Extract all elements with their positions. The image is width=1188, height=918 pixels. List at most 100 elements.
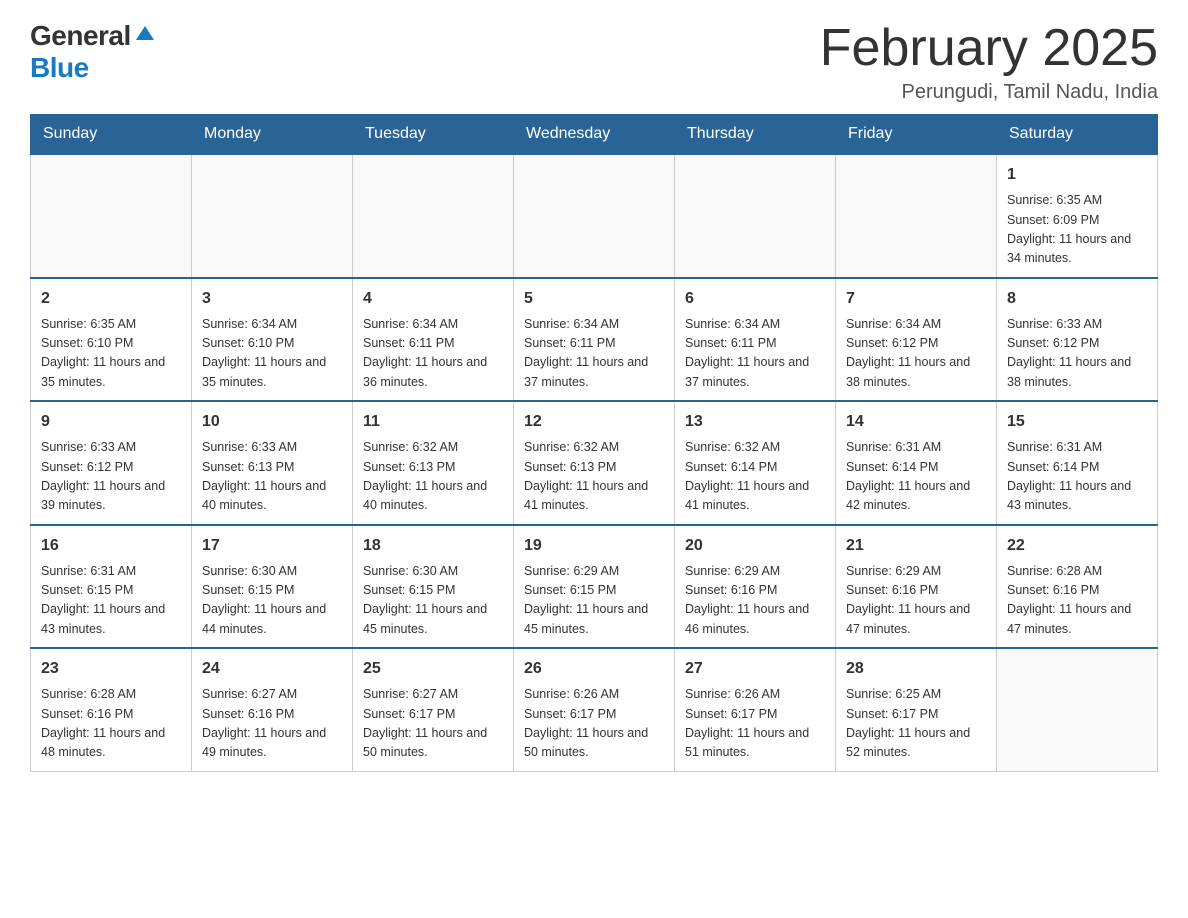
calendar: SundayMondayTuesdayWednesdayThursdayFrid… bbox=[30, 114, 1158, 772]
location: Perungudi, Tamil Nadu, India bbox=[820, 81, 1158, 104]
month-title: February 2025 bbox=[820, 20, 1158, 77]
calendar-cell: 27Sunrise: 6:26 AM Sunset: 6:17 PM Dayli… bbox=[675, 648, 836, 771]
day-number: 17 bbox=[202, 534, 342, 558]
title-block: February 2025 Perungudi, Tamil Nadu, Ind… bbox=[820, 20, 1158, 104]
day-number: 14 bbox=[846, 410, 986, 434]
logo-general-text: General bbox=[30, 20, 131, 52]
day-info: Sunrise: 6:32 AM Sunset: 6:13 PM Dayligh… bbox=[524, 438, 664, 516]
calendar-cell bbox=[192, 154, 353, 278]
day-number: 19 bbox=[524, 534, 664, 558]
weekday-header-friday: Friday bbox=[836, 115, 997, 155]
calendar-cell: 14 Sunrise: 6:31 AM Sunset: 6:14 PM Dayli… bbox=[836, 401, 997, 525]
day-info: Sunrise: 6:33 AM Sunset: 6:12 PM Dayligh… bbox=[1007, 315, 1147, 393]
day-number: 3 bbox=[202, 287, 342, 311]
day-info: Sunrise: 6:34 AM Sunset: 6:11 PM Dayligh… bbox=[363, 315, 503, 393]
calendar-cell: 7 Sunrise: 6:34 AM Sunset: 6:12 PM Daylig… bbox=[836, 278, 997, 402]
calendar-cell bbox=[997, 648, 1158, 771]
day-number: 8 bbox=[1007, 287, 1147, 311]
day-number: 9 bbox=[41, 410, 181, 434]
calendar-cell: 3 Sunrise: 6:34 AM Sunset: 6:10 PM Daylig… bbox=[192, 278, 353, 402]
day-info: Sunrise: 6:34 AM Sunset: 6:11 PM Dayligh… bbox=[685, 315, 825, 393]
calendar-cell: 13 Sunrise: 6:32 AM Sunset: 6:14 PM Dayli… bbox=[675, 401, 836, 525]
weekday-header-tuesday: Tuesday bbox=[353, 115, 514, 155]
calendar-cell bbox=[353, 154, 514, 278]
day-number: 4 bbox=[363, 287, 503, 311]
day-number: 16 bbox=[41, 534, 181, 558]
day-number: 10 bbox=[202, 410, 342, 434]
day-number: 21 bbox=[846, 534, 986, 558]
day-info: Sunrise: 6:30 AM Sunset: 6:15 PM Dayligh… bbox=[363, 562, 503, 640]
calendar-cell: 26 Sunrise: 6:26 AM Sunset: 6:17 PM Dayli… bbox=[514, 648, 675, 771]
logo-blue-text: Blue bbox=[30, 52, 89, 84]
day-info: Sunrise: 6:34 AM Sunset: 6:10 PM Dayligh… bbox=[202, 315, 342, 393]
day-info: Sunrise: 6:29 AM Sunset: 6:16 PM Dayligh… bbox=[846, 562, 986, 640]
day-number: 24 bbox=[202, 657, 342, 681]
calendar-week-3: 9Sunrise: 6:33 AM Sunset: 6:12 PM Daylig… bbox=[31, 401, 1158, 525]
day-info: Sunrise: 6:33 AM Sunset: 6:13 PM Dayligh… bbox=[202, 438, 342, 516]
day-number: 12 bbox=[524, 410, 664, 434]
calendar-cell bbox=[675, 154, 836, 278]
calendar-cell: 12 Sunrise: 6:32 AM Sunset: 6:13 PM Dayli… bbox=[514, 401, 675, 525]
calendar-week-1: 1 Sunrise: 6:35 AM Sunset: 6:09 PM Daylig… bbox=[31, 154, 1158, 278]
calendar-cell: 10 Sunrise: 6:33 AM Sunset: 6:13 PM Dayli… bbox=[192, 401, 353, 525]
logo-triangle-icon bbox=[136, 26, 154, 40]
calendar-week-2: 2 Sunrise: 6:35 AM Sunset: 6:10 PM Daylig… bbox=[31, 278, 1158, 402]
calendar-cell: 9Sunrise: 6:33 AM Sunset: 6:12 PM Daylig… bbox=[31, 401, 192, 525]
weekday-header-saturday: Saturday bbox=[997, 115, 1158, 155]
day-number: 11 bbox=[363, 410, 503, 434]
day-number: 15 bbox=[1007, 410, 1147, 434]
weekday-header-wednesday: Wednesday bbox=[514, 115, 675, 155]
day-info: Sunrise: 6:35 AM Sunset: 6:09 PM Dayligh… bbox=[1007, 191, 1147, 269]
weekday-row: SundayMondayTuesdayWednesdayThursdayFrid… bbox=[31, 115, 1158, 155]
day-number: 1 bbox=[1007, 163, 1147, 187]
calendar-cell: 28 Sunrise: 6:25 AM Sunset: 6:17 PM Dayli… bbox=[836, 648, 997, 771]
day-info: Sunrise: 6:30 AM Sunset: 6:15 PM Dayligh… bbox=[202, 562, 342, 640]
calendar-header: SundayMondayTuesdayWednesdayThursdayFrid… bbox=[31, 115, 1158, 155]
calendar-body: 1 Sunrise: 6:35 AM Sunset: 6:09 PM Daylig… bbox=[31, 154, 1158, 771]
day-number: 7 bbox=[846, 287, 986, 311]
day-number: 28 bbox=[846, 657, 986, 681]
day-number: 25 bbox=[363, 657, 503, 681]
day-info: Sunrise: 6:26 AM Sunset: 6:17 PM Dayligh… bbox=[524, 685, 664, 763]
day-info: Sunrise: 6:29 AM Sunset: 6:16 PM Dayligh… bbox=[685, 562, 825, 640]
calendar-week-4: 16 Sunrise: 6:31 AM Sunset: 6:15 PM Dayli… bbox=[31, 525, 1158, 649]
calendar-cell: 2 Sunrise: 6:35 AM Sunset: 6:10 PM Daylig… bbox=[31, 278, 192, 402]
day-info: Sunrise: 6:31 AM Sunset: 6:14 PM Dayligh… bbox=[846, 438, 986, 516]
day-number: 26 bbox=[524, 657, 664, 681]
weekday-header-thursday: Thursday bbox=[675, 115, 836, 155]
day-info: Sunrise: 6:35 AM Sunset: 6:10 PM Dayligh… bbox=[41, 315, 181, 393]
day-info: Sunrise: 6:34 AM Sunset: 6:12 PM Dayligh… bbox=[846, 315, 986, 393]
logo: General Blue bbox=[30, 20, 154, 84]
calendar-cell: 22Sunrise: 6:28 AM Sunset: 6:16 PM Dayli… bbox=[997, 525, 1158, 649]
day-info: Sunrise: 6:28 AM Sunset: 6:16 PM Dayligh… bbox=[41, 685, 181, 763]
day-info: Sunrise: 6:27 AM Sunset: 6:16 PM Dayligh… bbox=[202, 685, 342, 763]
calendar-cell: 19Sunrise: 6:29 AM Sunset: 6:15 PM Dayli… bbox=[514, 525, 675, 649]
day-info: Sunrise: 6:34 AM Sunset: 6:11 PM Dayligh… bbox=[524, 315, 664, 393]
calendar-cell: 17 Sunrise: 6:30 AM Sunset: 6:15 PM Dayli… bbox=[192, 525, 353, 649]
calendar-cell: 5 Sunrise: 6:34 AM Sunset: 6:11 PM Daylig… bbox=[514, 278, 675, 402]
page: General Blue February 2025 Perungudi, Ta… bbox=[0, 0, 1188, 792]
calendar-cell: 8 Sunrise: 6:33 AM Sunset: 6:12 PM Daylig… bbox=[997, 278, 1158, 402]
day-number: 13 bbox=[685, 410, 825, 434]
day-number: 5 bbox=[524, 287, 664, 311]
weekday-header-monday: Monday bbox=[192, 115, 353, 155]
calendar-cell bbox=[514, 154, 675, 278]
calendar-week-5: 23 Sunrise: 6:28 AM Sunset: 6:16 PM Dayli… bbox=[31, 648, 1158, 771]
calendar-cell: 18 Sunrise: 6:30 AM Sunset: 6:15 PM Dayli… bbox=[353, 525, 514, 649]
calendar-cell bbox=[836, 154, 997, 278]
day-info: Sunrise: 6:26 AM Sunset: 6:17 PM Dayligh… bbox=[685, 685, 825, 763]
day-number: 6 bbox=[685, 287, 825, 311]
calendar-cell bbox=[31, 154, 192, 278]
calendar-cell: 1 Sunrise: 6:35 AM Sunset: 6:09 PM Daylig… bbox=[997, 154, 1158, 278]
calendar-cell: 23 Sunrise: 6:28 AM Sunset: 6:16 PM Dayli… bbox=[31, 648, 192, 771]
calendar-cell: 25 Sunrise: 6:27 AM Sunset: 6:17 PM Dayli… bbox=[353, 648, 514, 771]
calendar-cell: 21 Sunrise: 6:29 AM Sunset: 6:16 PM Dayli… bbox=[836, 525, 997, 649]
day-info: Sunrise: 6:31 AM Sunset: 6:15 PM Dayligh… bbox=[41, 562, 181, 640]
day-info: Sunrise: 6:31 AM Sunset: 6:14 PM Dayligh… bbox=[1007, 438, 1147, 516]
day-number: 18 bbox=[363, 534, 503, 558]
day-number: 23 bbox=[41, 657, 181, 681]
day-info: Sunrise: 6:25 AM Sunset: 6:17 PM Dayligh… bbox=[846, 685, 986, 763]
day-info: Sunrise: 6:32 AM Sunset: 6:14 PM Dayligh… bbox=[685, 438, 825, 516]
day-number: 2 bbox=[41, 287, 181, 311]
day-info: Sunrise: 6:27 AM Sunset: 6:17 PM Dayligh… bbox=[363, 685, 503, 763]
